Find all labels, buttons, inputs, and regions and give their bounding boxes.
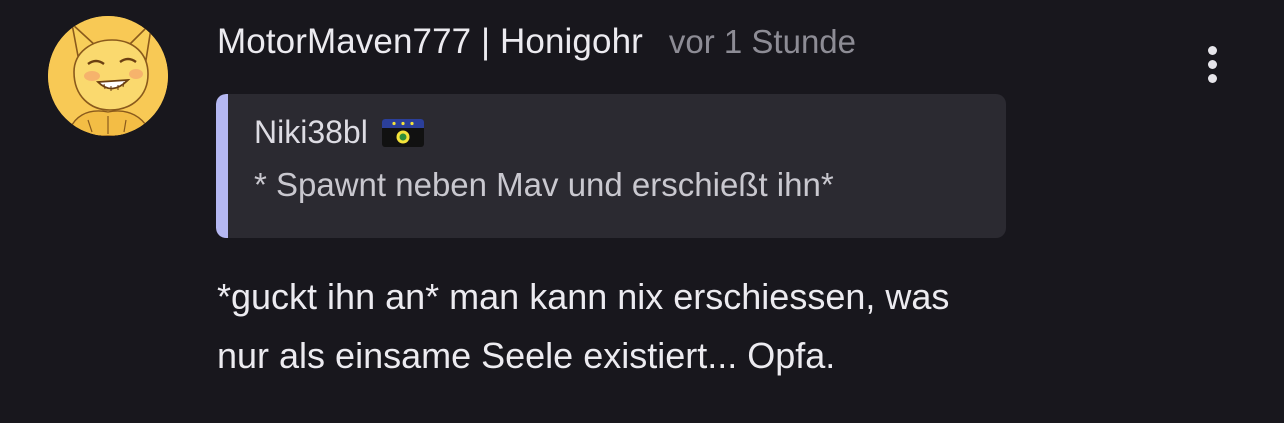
message-line: *guckt ihn an* man kann nix erschiessen,… — [217, 276, 950, 317]
comment-message: *guckt ihn an* man kann nix erschiessen,… — [217, 267, 1217, 385]
quote-author-row: Niki38bl — [254, 114, 424, 151]
fox-avatar-icon — [48, 16, 168, 136]
vertical-ellipsis-icon — [1207, 59, 1217, 69]
quoted-reply[interactable]: Niki38bl * Spawnt neben Mav und erschieß… — [216, 94, 1006, 238]
user-avatar[interactable] — [48, 16, 168, 136]
more-options-button[interactable] — [1192, 40, 1232, 88]
comment-item: MotorMaven777 | Honigohr vor 1 Stunde Ni… — [0, 0, 1284, 423]
comment-header: MotorMaven777 | Honigohr vor 1 Stunde — [217, 20, 856, 64]
quote-author: Niki38bl — [254, 114, 368, 150]
vertical-ellipsis-icon — [1207, 45, 1217, 55]
quote-accent-bar — [216, 94, 228, 238]
quote-text: * Spawnt neben Mav und erschießt ihn* — [254, 166, 834, 203]
timestamp: vor 1 Stunde — [668, 23, 857, 60]
guadeloupe-flag-icon — [381, 118, 424, 147]
message-line: nur als einsame Seele existiert... Opfa. — [217, 335, 836, 376]
vertical-ellipsis-icon — [1207, 73, 1217, 83]
username[interactable]: MotorMaven777 | Honigohr — [217, 22, 643, 62]
